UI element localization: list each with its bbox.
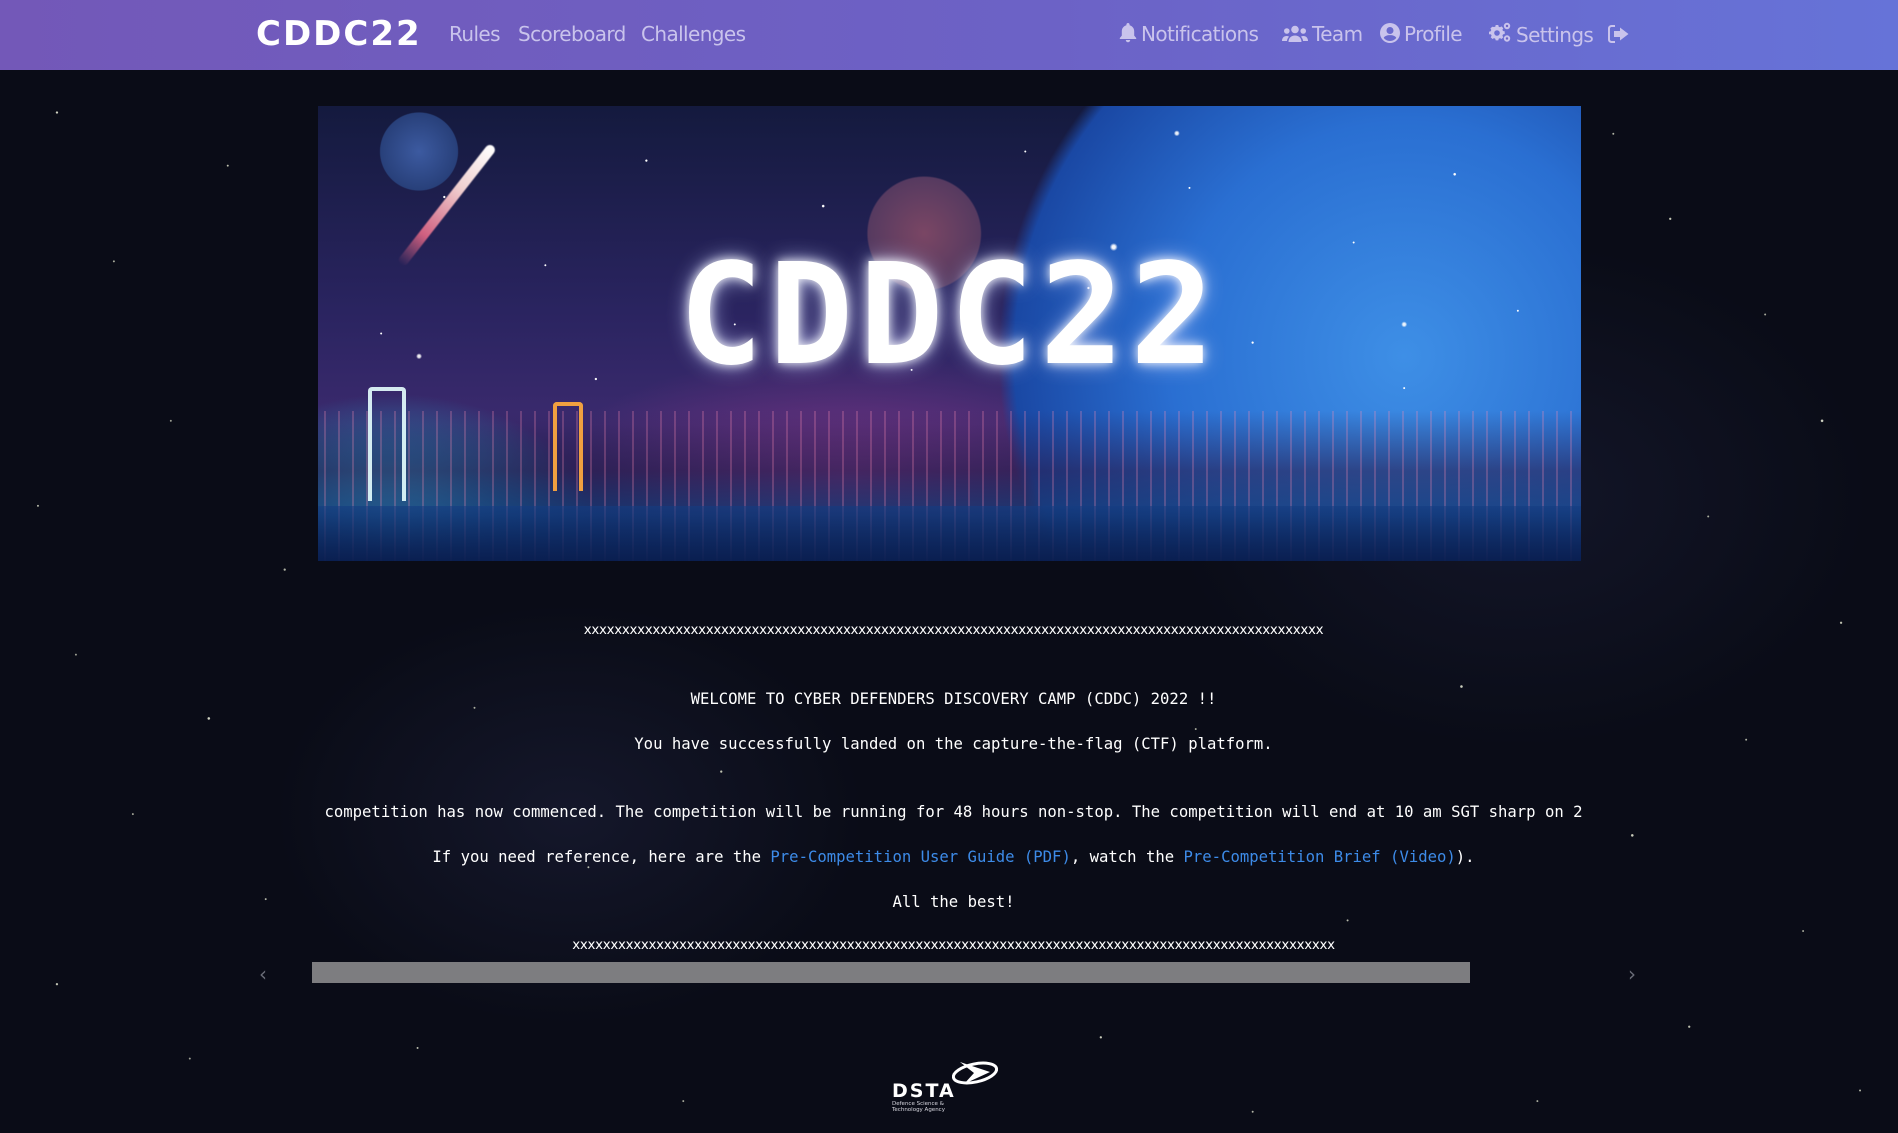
best-wishes: All the best! [892,893,1015,911]
welcome-heading: WELCOME TO CYBER DEFENDERS DISCOVERY CAM… [690,690,1217,708]
nav-profile[interactable]: Profile [1380,22,1463,48]
navbar: CDDC22 Rules Scoreboard Challenges Notif… [0,0,1898,70]
cogs-icon [1486,22,1512,49]
welcome-message: xxxxxxxxxxxxxxxxxxxxxxxxxxxxxxxxxxxxxxxx… [263,612,1644,962]
dsta-subtitle-line2: Technology Agency [892,1107,945,1113]
nav-notifications-label: Notifications [1141,22,1259,46]
user-circle-icon [1380,23,1400,48]
horizontal-scrollbar-thumb[interactable] [312,962,1470,983]
banner-title: CDDC22 [678,234,1221,397]
logout-icon [1608,24,1629,48]
reference-middle: , watch the [1070,848,1184,866]
nav-notifications[interactable]: Notifications [1119,22,1259,48]
banner-water [318,506,1581,561]
nav-team-label: Team [1312,22,1363,46]
landed-text: You have successfully landed on the capt… [634,735,1273,753]
competition-text: competition has now commenced. The compe… [324,803,1583,821]
nav-profile-label: Profile [1404,22,1463,46]
separator-bottom: xxxxxxxxxxxxxxxxxxxxxxxxxxxxxxxxxxxxxxxx… [572,938,1335,953]
banner-bridge-tower [368,387,406,501]
banner-rainbow-bridge [553,402,583,491]
nav-scoreboard[interactable]: Scoreboard [518,22,626,46]
separator-top: xxxxxxxxxxxxxxxxxxxxxxxxxxxxxxxxxxxxxxxx… [583,623,1324,638]
dsta-orbit-icon [951,1061,999,1085]
brief-video-link[interactable]: Pre-Competition Brief (Video) [1184,848,1456,866]
users-icon [1282,24,1308,48]
user-guide-link[interactable]: Pre-Competition User Guide (PDF) [770,848,1070,866]
dsta-subtitle: Defence Science & Technology Agency [892,1101,945,1113]
scroll-left-arrow[interactable]: ‹ [259,962,267,986]
nav-logout[interactable] [1608,22,1633,48]
reference-suffix: ). [1455,848,1475,866]
nav-settings[interactable]: Settings [1486,22,1594,49]
dsta-logo: DSTA Defence Science & Technology Agency [892,1058,1012,1118]
hero-banner: CDDC22 [318,106,1581,561]
dsta-wordmark: DSTA [892,1080,956,1102]
reference-prefix: If you need reference, here are the [432,848,771,866]
scroll-right-arrow[interactable]: › [1628,962,1636,986]
nav-team[interactable]: Team [1282,22,1363,48]
brand-logo[interactable]: CDDC22 [256,14,422,54]
nav-challenges[interactable]: Challenges [641,22,746,46]
nav-rules[interactable]: Rules [449,22,501,46]
nav-settings-label: Settings [1516,23,1594,47]
bell-icon [1119,23,1137,48]
reference-text: If you need reference, here are the Pre-… [263,848,1644,866]
